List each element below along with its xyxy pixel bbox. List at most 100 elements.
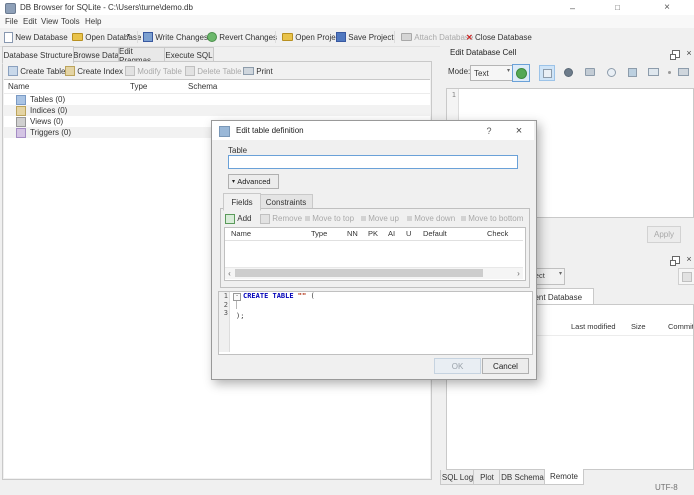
attach-database-button[interactable]: Attach Database bbox=[401, 28, 473, 46]
sql-line-number: 1 bbox=[223, 292, 228, 300]
menu-edit[interactable]: Edit bbox=[23, 15, 37, 28]
cancel-button[interactable]: Cancel bbox=[482, 358, 529, 374]
remote-column-size[interactable]: Size bbox=[631, 321, 646, 333]
open-database-button[interactable]: Open Database bbox=[72, 28, 141, 46]
open-database-caret-icon[interactable]: ▾ bbox=[127, 32, 130, 39]
apply-button[interactable]: Apply bbox=[647, 226, 681, 243]
dock-tab-db-schema[interactable]: DB Schema bbox=[499, 470, 546, 485]
fold-marker-icon[interactable]: - bbox=[233, 293, 241, 301]
fields-table-header: Name Type NN PK AI U Default Check bbox=[225, 228, 523, 241]
save-project-button[interactable]: Save Project bbox=[336, 28, 394, 46]
remote-clone-button[interactable] bbox=[678, 268, 694, 285]
dock-tab-remote[interactable]: Remote bbox=[544, 469, 584, 485]
sql-line-3: ); bbox=[233, 312, 528, 321]
edit-cell-float-button[interactable] bbox=[670, 49, 682, 60]
dock-tab-plot[interactable]: Plot bbox=[473, 470, 501, 485]
fullscreen-button[interactable] bbox=[646, 65, 660, 79]
new-database-button[interactable]: New Database bbox=[4, 28, 68, 46]
save-file-icon bbox=[627, 67, 637, 77]
export-button[interactable] bbox=[604, 65, 618, 79]
dialog-tab-fields[interactable]: Fields bbox=[223, 193, 261, 211]
open-project-button[interactable]: Open Project bbox=[282, 28, 342, 46]
ok-button[interactable]: OK bbox=[434, 358, 481, 374]
tree-item-indices[interactable]: Indices (0) bbox=[4, 105, 430, 116]
maximize-button[interactable]: □ bbox=[595, 0, 640, 15]
remote-close-button[interactable]: × bbox=[684, 252, 694, 266]
scroll-thumb[interactable] bbox=[235, 269, 483, 277]
move-to-bottom-icon bbox=[461, 216, 466, 221]
fields-hscrollbar[interactable]: ‹ › bbox=[225, 267, 523, 279]
write-changes-button[interactable]: Write Changes bbox=[143, 28, 208, 46]
col-check[interactable]: Check bbox=[487, 228, 508, 240]
views-icon bbox=[16, 116, 26, 127]
triggers-icon bbox=[16, 127, 26, 138]
dialog-close-button[interactable]: × bbox=[506, 121, 532, 140]
create-table-icon bbox=[8, 66, 18, 76]
col-default[interactable]: Default bbox=[423, 228, 447, 240]
menu-tools[interactable]: Tools bbox=[61, 15, 80, 28]
tree-column-type[interactable]: Type bbox=[130, 80, 147, 93]
modify-table-button[interactable]: Modify Table bbox=[125, 64, 182, 78]
scroll-right-arrow[interactable]: › bbox=[514, 268, 523, 278]
tree-column-schema[interactable]: Schema bbox=[188, 80, 217, 93]
table-name-input[interactable] bbox=[228, 155, 518, 169]
clone-icon bbox=[681, 271, 692, 282]
print-icon bbox=[243, 67, 254, 75]
tab-database-structure[interactable]: Database Structure bbox=[2, 46, 74, 64]
delete-table-button[interactable]: Delete Table bbox=[185, 64, 242, 78]
advanced-button[interactable]: ▾ Advanced bbox=[228, 174, 279, 189]
sql-line-number: 2 bbox=[223, 300, 228, 309]
sql-keyword: CREATE TABLE bbox=[243, 292, 294, 300]
print-cell-button[interactable] bbox=[676, 65, 690, 79]
edit-cell-title: Edit Database Cell bbox=[450, 48, 517, 57]
close-database-button[interactable]: ✕ Close Database bbox=[466, 28, 532, 46]
remove-field-button[interactable]: Remove bbox=[260, 212, 302, 225]
cell-tool-button-2[interactable] bbox=[561, 65, 575, 79]
move-down-button[interactable]: Move down bbox=[407, 212, 455, 225]
word-wrap-toggle[interactable] bbox=[539, 65, 555, 81]
remote-column-last-modified[interactable]: Last modified bbox=[571, 321, 616, 333]
mode-select[interactable]: Text ▾ bbox=[470, 65, 513, 81]
menu-view[interactable]: View bbox=[41, 15, 58, 28]
create-table-button[interactable]: Create Table bbox=[8, 64, 65, 78]
sql-code: - CREATE TABLE "" ( ); bbox=[233, 292, 528, 352]
minimize-button[interactable]: – bbox=[550, 0, 595, 15]
scroll-left-arrow[interactable]: ‹ bbox=[225, 268, 234, 278]
move-to-top-button[interactable]: Move to top bbox=[305, 212, 354, 225]
tree-item-tables[interactable]: Tables (0) bbox=[4, 94, 430, 105]
move-to-bottom-button[interactable]: Move to bottom bbox=[461, 212, 523, 225]
create-index-button[interactable]: Create Index bbox=[65, 64, 123, 78]
revert-changes-button[interactable]: Revert Changes bbox=[207, 28, 277, 46]
remote-float-button[interactable] bbox=[670, 255, 682, 266]
col-type[interactable]: Type bbox=[311, 228, 327, 240]
dialog-help-button[interactable]: ? bbox=[478, 121, 500, 140]
sql-preview[interactable]: 1 2 3 - CREATE TABLE "" ( ); bbox=[218, 291, 533, 355]
col-pk[interactable]: PK bbox=[368, 228, 378, 240]
close-button[interactable]: × bbox=[640, 0, 694, 15]
add-field-button[interactable]: Add bbox=[225, 212, 251, 225]
save-cell-button[interactable] bbox=[625, 65, 639, 79]
modify-table-icon bbox=[125, 66, 135, 76]
dialog-title: Edit table definition bbox=[236, 126, 304, 135]
revert-changes-icon bbox=[207, 32, 217, 42]
auto-apply-toggle[interactable] bbox=[512, 64, 530, 82]
help-icon: ? bbox=[486, 125, 492, 136]
col-ai[interactable]: AI bbox=[388, 228, 395, 240]
edit-cell-close-button[interactable]: × bbox=[684, 46, 694, 60]
remote-column-commit[interactable]: Commit bbox=[668, 321, 693, 333]
move-up-button[interactable]: Move up bbox=[361, 212, 399, 225]
dock-tab-sql-log[interactable]: SQL Log bbox=[440, 470, 475, 485]
col-name[interactable]: Name bbox=[231, 228, 251, 240]
set-null-button[interactable] bbox=[664, 65, 674, 79]
col-nn[interactable]: NN bbox=[347, 228, 358, 240]
title-bar: DB Browser for SQLite - C:\Users\turne\d… bbox=[0, 0, 694, 15]
print-button[interactable]: Print bbox=[243, 64, 273, 78]
col-u[interactable]: U bbox=[406, 228, 411, 240]
tree-column-name[interactable]: Name bbox=[8, 80, 29, 93]
menu-help[interactable]: Help bbox=[85, 15, 101, 28]
encoding-indicator: UTF-8 bbox=[655, 483, 678, 492]
import-button[interactable] bbox=[583, 65, 597, 79]
menu-file[interactable]: File bbox=[5, 15, 18, 28]
add-icon bbox=[225, 213, 235, 224]
scroll-left-icon: ‹ bbox=[228, 268, 231, 278]
